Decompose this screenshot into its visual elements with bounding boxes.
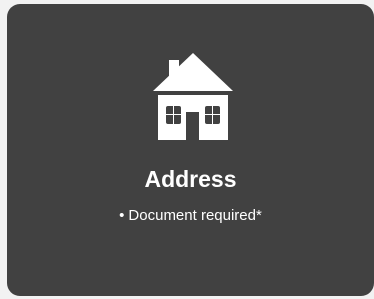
requirement-text: Document required*: [128, 207, 262, 224]
bullet: •: [119, 207, 125, 224]
card-title: Address: [144, 166, 237, 192]
address-card[interactable]: Address • Document required*: [7, 4, 374, 296]
requirement-line: • Document required*: [7, 206, 374, 226]
house-icon: [150, 53, 236, 140]
